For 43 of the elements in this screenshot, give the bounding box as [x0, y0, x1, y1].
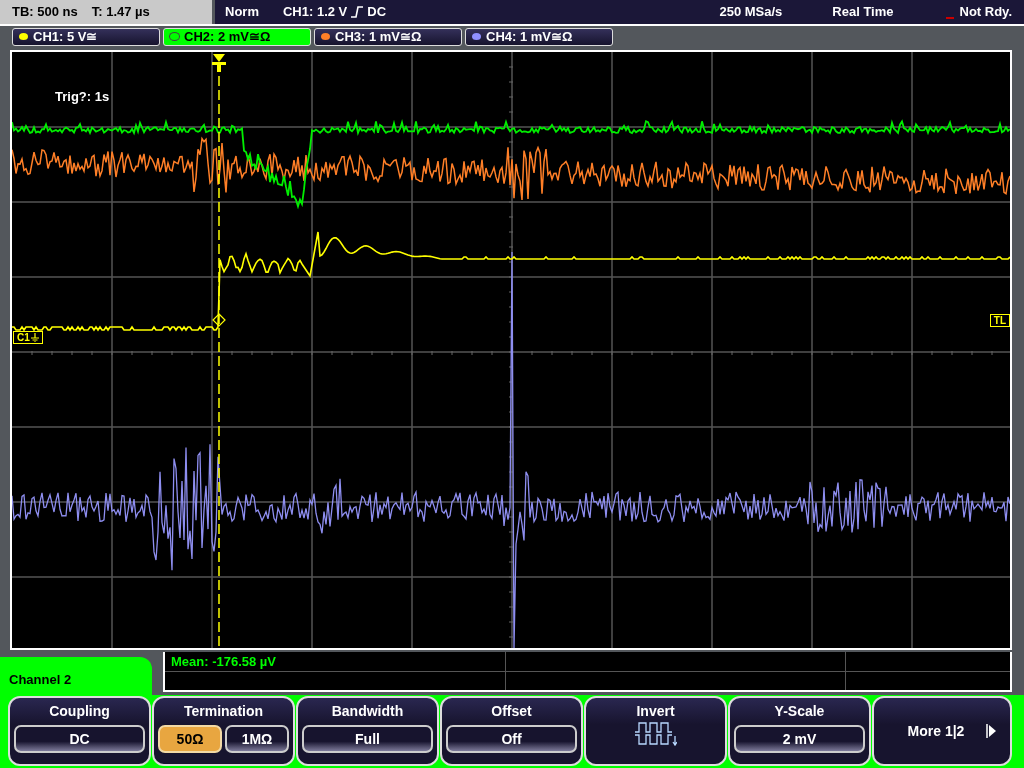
- trigger-point-icon: [212, 313, 226, 327]
- softkey-label: Bandwidth: [331, 703, 404, 719]
- measurement-text: Mean: -176.58 µV: [171, 654, 277, 669]
- invert-waveform-icon: [634, 721, 677, 747]
- softkey-label: Termination: [183, 703, 264, 719]
- acquisition-mode-label: Real Time: [832, 4, 894, 20]
- trigger-info-label: Trig?: 1s: [55, 88, 110, 104]
- channel-tab[interactable]: CH4: 1 mV≅Ω: [465, 27, 613, 46]
- softkey[interactable]: Coupling DC: [8, 696, 151, 766]
- softkey[interactable]: Y-Scale 2 mV: [728, 696, 871, 766]
- channel-tab[interactable]: CH2: 2 mV≅Ω: [163, 27, 311, 46]
- sample-rate-label: 250 MSa/s: [719, 4, 783, 20]
- value-button[interactable]: 2 mV: [734, 725, 865, 753]
- channel-tab[interactable]: CH3: 1 mV≅Ω: [314, 27, 462, 46]
- rising-edge-icon: [351, 5, 364, 18]
- value-button[interactable]: DC: [14, 725, 145, 753]
- trigger-time-label: T: 1.47 µs: [91, 4, 150, 20]
- trigger-source-label: CH1: 1.2 V: [282, 4, 348, 20]
- menu-title: Channel 2: [0, 657, 152, 695]
- trigger-mode-label: Norm: [225, 4, 259, 20]
- softkey-label: Offset: [491, 703, 532, 719]
- softkey[interactable]: Termination 50Ω 1MΩ: [152, 696, 295, 766]
- trigger-level-marker: TL: [989, 313, 1010, 327]
- marker-label: C1: [17, 331, 30, 343]
- option-button[interactable]: 50Ω: [158, 725, 222, 753]
- value-button[interactable]: Off: [446, 725, 577, 753]
- softkey[interactable]: Offset Off: [440, 696, 583, 766]
- softkey[interactable]: More 1|2: [872, 696, 1012, 766]
- timebase-label: TB: 500 ns: [12, 4, 78, 20]
- channel-tab[interactable]: CH1: 5 V≅: [12, 27, 160, 46]
- softkey[interactable]: Bandwidth Full: [296, 696, 439, 766]
- softkey-label: Y-Scale: [774, 703, 825, 719]
- softkey-label: More 1|2: [907, 723, 965, 739]
- option-button[interactable]: 1MΩ: [225, 725, 289, 753]
- next-page-icon: [986, 724, 997, 738]
- softkey[interactable]: Invert: [584, 696, 727, 766]
- value-button[interactable]: Full: [302, 725, 433, 753]
- status-indicator-icon: [945, 16, 954, 19]
- softkey-label: Coupling: [49, 703, 110, 719]
- softkey-label: Invert: [636, 703, 675, 719]
- acquisition-state-label: Not Rdy.: [959, 4, 1012, 20]
- trigger-position-icon: [212, 53, 226, 72]
- trigger-coupling-label: DC: [367, 4, 387, 20]
